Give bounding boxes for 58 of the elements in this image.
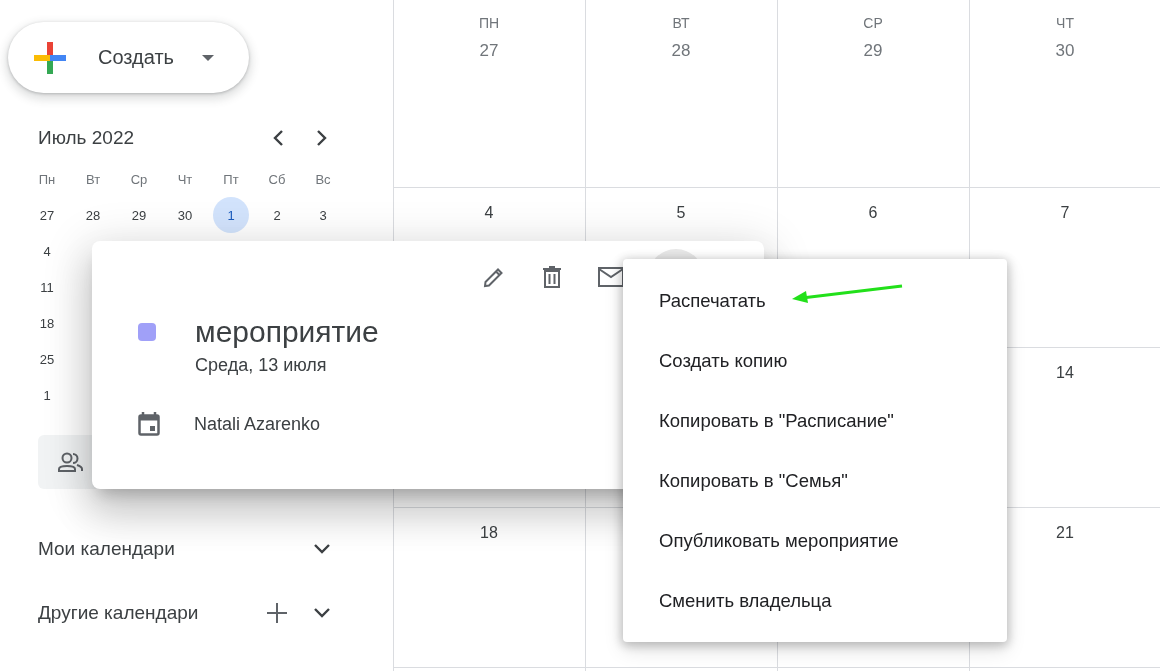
previous-month-icon[interactable] xyxy=(272,129,284,147)
date-label: 14 xyxy=(1056,364,1074,382)
calendar-section-title[interactable]: Мои календари xyxy=(38,538,314,560)
menu-item[interactable]: Копировать в "Расписание" xyxy=(623,391,1007,451)
date-label: 5 xyxy=(676,204,686,222)
people-icon xyxy=(57,452,85,472)
weekday-label: Вт xyxy=(84,170,102,189)
chevron-down-icon[interactable] xyxy=(314,608,330,618)
weekday-label: Вс xyxy=(314,170,332,189)
chevron-down-icon[interactable] xyxy=(314,544,330,554)
mini-calendar-day[interactable]: 27 xyxy=(29,197,65,233)
menu-item[interactable]: Создать копию xyxy=(623,331,1007,391)
mini-calendar-day[interactable]: 3 xyxy=(305,197,341,233)
next-month-icon[interactable] xyxy=(316,129,328,147)
mini-calendar-day[interactable]: 25 xyxy=(29,341,65,377)
date-label: 28 xyxy=(671,41,691,61)
delete-icon[interactable] xyxy=(542,265,562,289)
date-label: 18 xyxy=(480,524,498,542)
date-label: 4 xyxy=(484,204,494,222)
date-label: 30 xyxy=(1055,41,1075,61)
weekday-label: ПН xyxy=(478,15,500,31)
weekday-label: ЧТ xyxy=(1056,15,1074,31)
create-button[interactable]: Создать xyxy=(8,22,249,93)
menu-item[interactable]: Сменить владельца xyxy=(623,571,1007,631)
mini-calendar-day[interactable]: 28 xyxy=(75,197,111,233)
month-title: Июль 2022 xyxy=(38,127,135,149)
calendar-section-title[interactable]: Другие календари xyxy=(38,602,266,624)
mini-calendar-day[interactable]: 18 xyxy=(29,305,65,341)
weekday-label: Ср xyxy=(129,170,149,189)
weekday-label: Сб xyxy=(267,170,287,189)
plus-icon xyxy=(32,39,68,76)
event-title: мероприятие xyxy=(195,315,379,349)
caret-icon xyxy=(202,54,214,61)
mail-icon[interactable] xyxy=(598,267,624,287)
weekday-label: СР xyxy=(863,15,883,31)
mini-calendar-day[interactable]: 2 xyxy=(259,197,295,233)
add-icon[interactable] xyxy=(266,602,288,624)
mini-calendar-day[interactable]: 4 xyxy=(29,233,65,269)
mini-calendar-day[interactable]: 11 xyxy=(29,269,65,305)
mini-calendar-day[interactable]: 1 xyxy=(213,197,249,233)
mini-calendar-day[interactable]: 1 xyxy=(29,377,65,413)
weekday-label: Чт xyxy=(176,170,194,189)
calendar-icon xyxy=(138,412,160,436)
weekday-label: Пт xyxy=(222,170,240,189)
menu-item[interactable]: Копировать в "Семья" xyxy=(623,451,1007,511)
menu-item[interactable]: Распечатать xyxy=(623,271,1007,331)
calendar-owner: Natali Azarenko xyxy=(194,413,321,435)
weekday-label: Пн xyxy=(37,170,57,189)
date-label: 21 xyxy=(1056,524,1074,542)
date-label: 29 xyxy=(863,41,883,61)
mini-calendar-day[interactable]: 29 xyxy=(121,197,157,233)
date-label: 7 xyxy=(1060,204,1070,222)
date-label: 6 xyxy=(868,204,878,222)
date-label: 27 xyxy=(479,41,499,61)
mini-calendar-day[interactable]: 30 xyxy=(167,197,203,233)
event-date: Среда, 13 июля xyxy=(195,355,327,376)
menu-item[interactable]: Опубликовать мероприятие xyxy=(623,511,1007,571)
weekday-label: ВТ xyxy=(672,15,690,31)
